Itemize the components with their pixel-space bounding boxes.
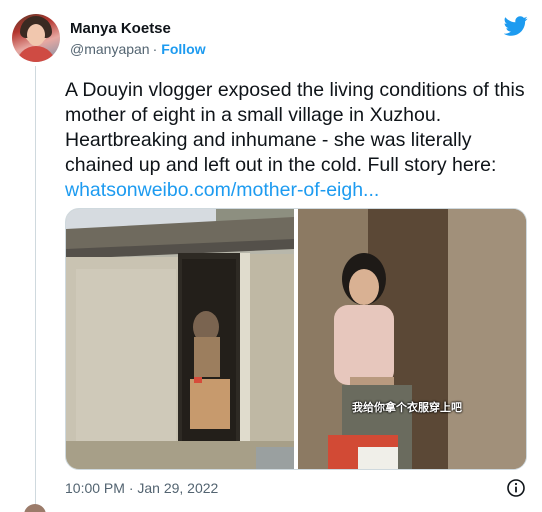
- next-reply-avatar: [24, 504, 46, 512]
- media-grid: 我给你拿个衣服穿上吧: [65, 208, 527, 470]
- media-image-woman[interactable]: 我给你拿个衣服穿上吧: [298, 209, 526, 469]
- author-subline: @manyapan · Follow: [70, 41, 206, 57]
- tweet-body: A Douyin vlogger exposed the living cond…: [65, 79, 525, 176]
- follow-button[interactable]: Follow: [161, 41, 205, 57]
- avatar[interactable]: [12, 14, 60, 62]
- separator-dot: ·: [152, 41, 158, 57]
- tweet-header: Manya Koetse @manyapan · Follow: [12, 14, 532, 64]
- info-icon[interactable]: [506, 478, 526, 498]
- tweet-timestamp[interactable]: 10:00 PM · Jan 29, 2022: [65, 480, 218, 496]
- tweet-text: A Douyin vlogger exposed the living cond…: [65, 78, 535, 203]
- thread-line: [35, 66, 36, 506]
- media-image-shed[interactable]: [66, 209, 294, 469]
- twitter-bird-icon[interactable]: [504, 14, 528, 38]
- author-name[interactable]: Manya Koetse: [70, 20, 171, 37]
- tweet-link[interactable]: whatsonweibo.com/mother-of-eigh...: [65, 178, 535, 203]
- video-caption: 我给你拿个衣服穿上吧: [352, 401, 462, 414]
- author-handle[interactable]: @manyapan: [70, 41, 150, 57]
